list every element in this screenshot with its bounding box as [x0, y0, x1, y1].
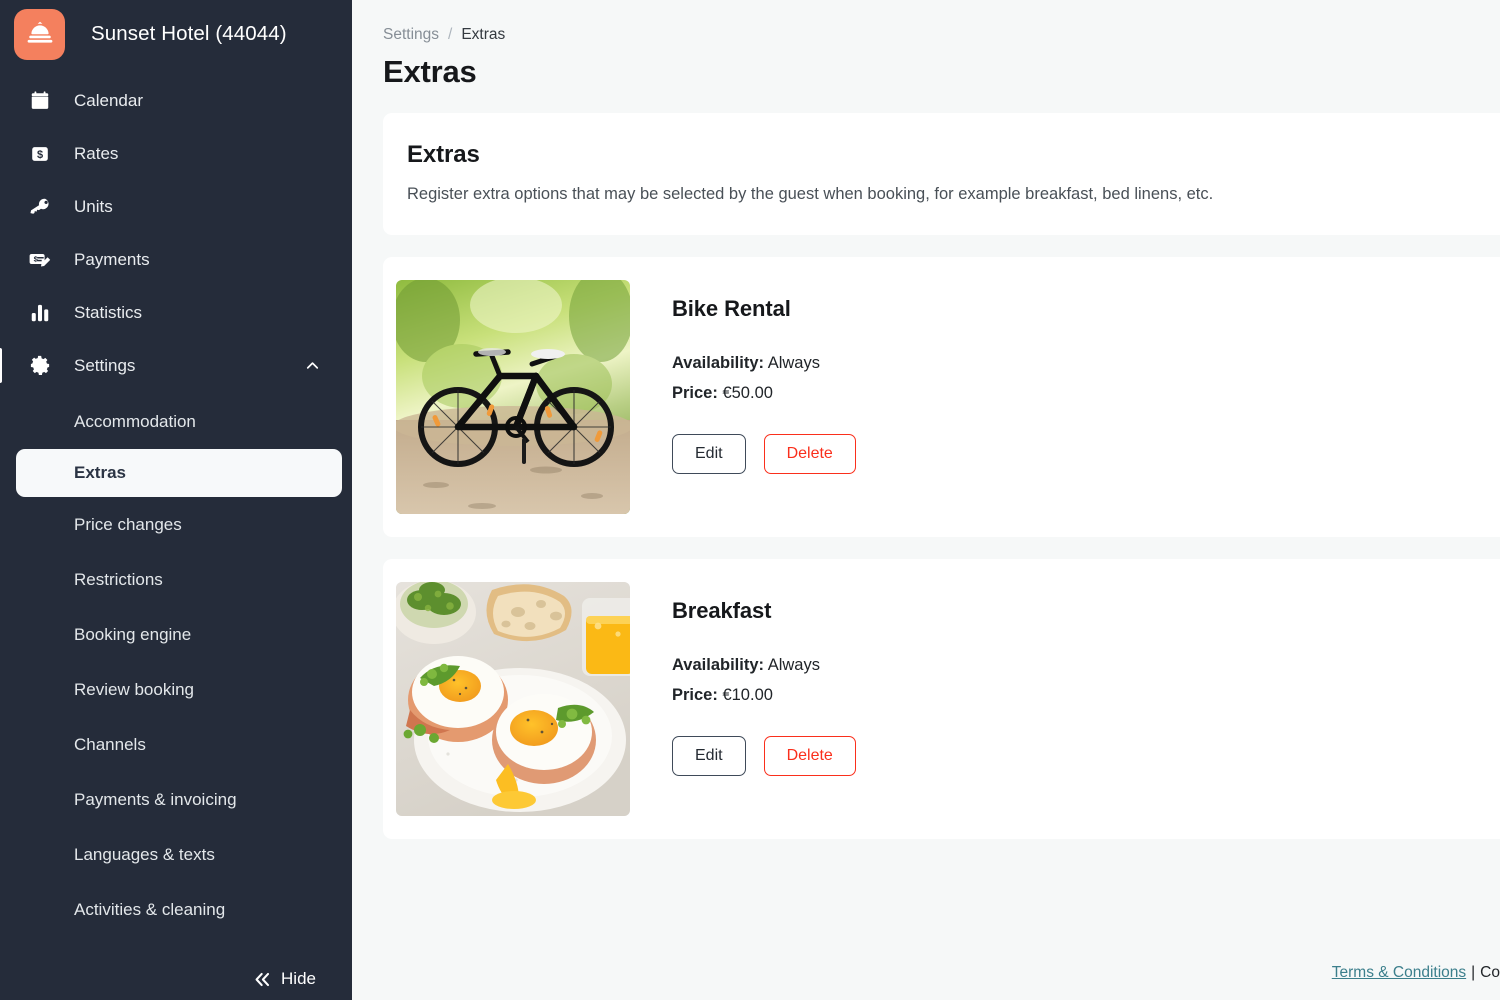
subnav-item-label: Booking engine [74, 624, 192, 644]
breadcrumb-separator: / [448, 26, 453, 43]
app-root: Sunset Hotel (44044) Calendar $ Rates Un… [0, 0, 1500, 1000]
price-value: €50.00 [722, 384, 773, 403]
sidebar-item-channels[interactable]: Channels [0, 717, 352, 772]
subnav-item-label: Activities & cleaning [74, 899, 226, 919]
chevron-up-icon[interactable] [303, 356, 322, 375]
extra-image-bike [396, 280, 630, 515]
extra-actions: Edit Delete [672, 434, 856, 475]
sidebar-item-label: Calendar [74, 90, 143, 110]
terms-conditions-link[interactable]: Terms & Conditions [1332, 964, 1466, 981]
delete-button[interactable]: Delete [763, 434, 856, 475]
sidebar-item-accommodation[interactable]: Accommodation [0, 394, 352, 449]
main-content: Settings / Extras Extras Extras Register… [352, 0, 1500, 1000]
breadcrumb-current: Extras [461, 26, 506, 43]
sidebar-item-rates[interactable]: $ Rates [0, 127, 352, 180]
chevron-double-left-icon [253, 970, 272, 989]
subnav-item-label: Review booking [74, 679, 195, 699]
sidebar-item-languages-texts[interactable]: Languages & texts [0, 827, 352, 882]
sidebar-item-payments[interactable]: $ Payments [0, 233, 352, 286]
extra-item-card: Bike Rental Availability: Always Price: … [383, 257, 1500, 538]
hotel-bell-icon [14, 8, 65, 60]
extra-item-card: Breakfast Availability: Always Price: €1… [383, 559, 1500, 840]
payment-edit-icon: $ [26, 246, 54, 274]
breadcrumb-parent[interactable]: Settings [383, 26, 439, 44]
bar-chart-icon [26, 299, 54, 327]
key-icon [26, 193, 54, 221]
extra-image-breakfast [396, 582, 630, 817]
subnav-item-label: Price changes [74, 514, 182, 534]
delete-button[interactable]: Delete [763, 736, 856, 777]
calendar-icon [26, 87, 54, 115]
sidebar-item-settings[interactable]: Settings [0, 339, 352, 392]
subnav-item-label: Accommodation [74, 411, 196, 431]
sidebar-item-activities-cleaning[interactable]: Activities & cleaning [0, 882, 352, 937]
sidebar-item-label: Rates [74, 143, 119, 163]
gear-icon [26, 352, 54, 380]
availability-value: Always [767, 354, 820, 373]
price-label: Price: [672, 686, 718, 705]
brand[interactable]: Sunset Hotel (44044) [0, 0, 352, 68]
sidebar: Sunset Hotel (44044) Calendar $ Rates Un… [0, 0, 352, 1000]
availability-label: Availability: [672, 656, 764, 675]
sidebar-item-payments-invoicing[interactable]: Payments & invoicing [0, 772, 352, 827]
subnav-item-label: Payments & invoicing [74, 789, 237, 809]
primary-nav: Calendar $ Rates Units $ Payments Statis… [0, 74, 352, 937]
extra-availability-row: Availability: Always [672, 650, 856, 680]
footer: Terms & Conditions | Co [1332, 964, 1500, 982]
hide-label: Hide [281, 969, 316, 988]
sidebar-item-units[interactable]: Units [0, 180, 352, 233]
extra-meta: Availability: Always Price: €10.00 [672, 650, 856, 710]
price-value: €10.00 [722, 686, 773, 705]
price-label: Price: [672, 384, 718, 403]
settings-subnav: Accommodation Extras Price changes Restr… [0, 394, 352, 937]
availability-value: Always [767, 656, 820, 675]
availability-label: Availability: [672, 354, 764, 373]
dollar-square-icon: $ [26, 140, 54, 168]
extra-title: Bike Rental [672, 296, 791, 322]
sidebar-item-review-booking[interactable]: Review booking [0, 662, 352, 717]
subnav-item-label: Extras [74, 463, 126, 482]
sidebar-item-label: Units [74, 196, 113, 216]
sidebar-item-calendar[interactable]: Calendar [0, 74, 352, 127]
svg-text:$: $ [37, 148, 43, 160]
sidebar-item-restrictions[interactable]: Restrictions [0, 552, 352, 607]
extra-title: Breakfast [672, 598, 772, 624]
sidebar-item-label: Payments [74, 249, 150, 269]
edit-button[interactable]: Edit [672, 736, 746, 777]
intro-card: Extras Register extra options that may b… [383, 113, 1500, 236]
brand-name: Sunset Hotel (44044) [91, 22, 287, 45]
sidebar-item-label: Settings [74, 355, 136, 375]
sidebar-item-booking-engine[interactable]: Booking engine [0, 607, 352, 662]
extra-price-row: Price: €50.00 [672, 378, 856, 408]
extra-availability-row: Availability: Always [672, 348, 856, 378]
hide-sidebar-button[interactable]: Hide [0, 969, 352, 989]
intro-heading: Extras [407, 141, 480, 168]
extra-details: Breakfast Availability: Always Price: €1… [630, 582, 856, 777]
footer-separator: | [1471, 964, 1476, 981]
breadcrumb: Settings / Extras [352, 0, 1500, 44]
page-title: Extras [383, 54, 477, 89]
sidebar-item-extras[interactable]: Extras [16, 449, 342, 497]
subnav-item-label: Channels [74, 734, 146, 754]
sidebar-item-statistics[interactable]: Statistics [0, 286, 352, 339]
extra-actions: Edit Delete [672, 736, 856, 777]
subnav-item-label: Restrictions [74, 569, 163, 589]
extra-details: Bike Rental Availability: Always Price: … [630, 280, 856, 475]
sidebar-item-label: Statistics [74, 302, 143, 322]
edit-button[interactable]: Edit [672, 434, 746, 475]
subnav-item-label: Languages & texts [74, 844, 215, 864]
extra-meta: Availability: Always Price: €50.00 [672, 348, 856, 408]
intro-description: Register extra options that may be selec… [407, 185, 1214, 203]
sidebar-item-price-changes[interactable]: Price changes [0, 497, 352, 552]
footer-trailing-text: Co [1480, 964, 1500, 981]
extra-price-row: Price: €10.00 [672, 680, 856, 710]
